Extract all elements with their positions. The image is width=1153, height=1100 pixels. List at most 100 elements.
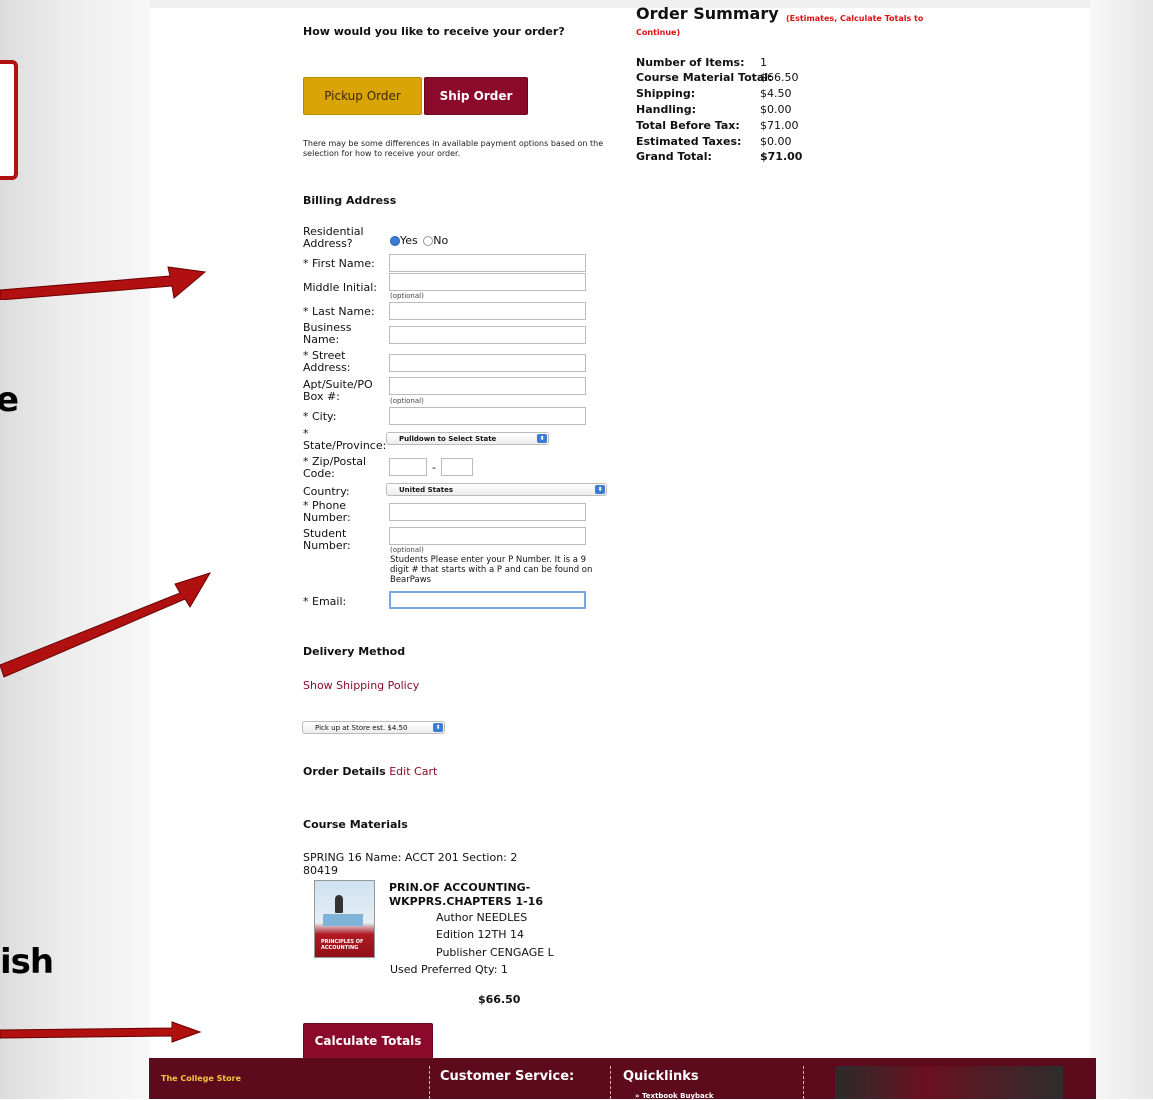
footer-quicklinks: Quicklinks <box>623 1069 699 1084</box>
footer-banner-image[interactable] <box>835 1066 1063 1099</box>
student-number-note: Students Please enter your P Number. It … <box>390 555 593 585</box>
cover-figure <box>335 895 343 913</box>
street-address-input[interactable] <box>389 354 586 372</box>
radio-yes[interactable] <box>390 236 400 246</box>
footer-college-store[interactable]: The College Store <box>161 1074 241 1083</box>
summary-value-handling: $0.00 <box>760 103 792 116</box>
phone-input[interactable] <box>389 503 586 521</box>
email-input[interactable] <box>389 591 586 609</box>
billing-address-heading: Billing Address <box>303 194 397 207</box>
ship-order-button[interactable]: Ship Order <box>424 77 528 115</box>
book-title-line-1: PRIN.OF ACCOUNTING- <box>389 881 531 894</box>
arrow-email <box>0 572 212 678</box>
summary-label-handling: Handling: <box>636 103 696 116</box>
middle-initial-label: Middle Initial: <box>303 281 377 294</box>
zip-input[interactable] <box>389 458 427 476</box>
street-address-label: * Street Address: <box>303 349 351 374</box>
radio-no-label: No <box>433 234 449 247</box>
radio-no[interactable] <box>423 236 434 246</box>
radio-yes-label: Yes <box>400 234 418 247</box>
last-name-label: * Last Name: <box>303 305 375 318</box>
summary-label-material-total: Course Material Total: <box>636 71 773 84</box>
delivery-method-value: Pick up at Store est. $4.50 <box>315 724 408 732</box>
order-summary-estimate-note: (Estimates, Calculate Totals to Continue… <box>636 12 936 47</box>
calculate-totals-button[interactable]: Calculate Totals <box>303 1023 433 1059</box>
shipping-policy-link[interactable]: Show Shipping Policy <box>303 679 419 692</box>
middle-initial-input[interactable] <box>389 273 586 291</box>
apt-optional: (optional) <box>390 397 424 405</box>
zip-ext-input[interactable] <box>441 458 473 476</box>
course-materials-heading: Course Materials <box>303 818 408 831</box>
payment-options-note: There may be some differences in availab… <box>303 139 604 158</box>
summary-value-taxes: $0.00 <box>760 135 792 148</box>
summary-label-before-tax: Total Before Tax: <box>636 119 740 132</box>
state-label: * State/Province: <box>303 427 387 452</box>
book-author: Author NEEDLES <box>436 911 528 924</box>
site-footer: The College Store Customer Service: Quic… <box>149 1058 1096 1100</box>
book-title-line-2: WKPPRS.CHAPTERS 1-16 <box>389 895 543 908</box>
order-details-line: Order Details Edit Cart <box>303 765 437 778</box>
footer-divider <box>429 1066 431 1099</box>
summary-value-material-total: $66.50 <box>760 71 799 84</box>
arrow-first-name <box>0 266 207 300</box>
arrow-calculate <box>0 1021 202 1043</box>
middle-initial-optional: (optional) <box>390 292 424 300</box>
cover-block <box>323 914 363 926</box>
left-background <box>0 0 150 1099</box>
cover-title-text: PRINCIPLES OF ACCOUNTING <box>321 939 364 951</box>
zip-label: * Zip/Postal Code: <box>303 455 367 480</box>
business-name-input[interactable] <box>389 326 586 344</box>
summary-label-taxes: Estimated Taxes: <box>636 135 742 148</box>
residential-label: Residential Address? <box>303 225 364 250</box>
student-number-input[interactable] <box>389 527 586 545</box>
email-label: * Email: <box>303 595 347 608</box>
summary-value-before-tax: $71.00 <box>760 119 799 132</box>
apt-label: Apt/Suite/PO Box #: <box>303 378 373 403</box>
state-select[interactable]: Pulldown to Select State ⬍ <box>386 432 549 445</box>
zip-separator: - <box>432 461 436 474</box>
first-name-input[interactable] <box>389 254 586 272</box>
summary-value-shipping: $4.50 <box>760 87 792 100</box>
apt-input[interactable] <box>389 377 586 395</box>
footer-divider <box>803 1066 805 1099</box>
country-select[interactable]: United States ⬍ <box>386 483 607 496</box>
last-name-input[interactable] <box>389 302 586 320</box>
country-label: Country: <box>303 485 350 498</box>
student-number-optional: (optional) <box>390 546 424 554</box>
book-qty: Used Preferred Qty: 1 <box>390 963 508 976</box>
right-background <box>1090 0 1153 1099</box>
summary-label-shipping: Shipping: <box>636 87 696 100</box>
student-number-label: Student Number: <box>303 527 351 552</box>
summary-label-grand-total: Grand Total: <box>636 150 712 163</box>
book-price: $66.50 <box>478 993 521 1006</box>
callout-red-box <box>0 60 18 180</box>
course-section-number: 80419 <box>303 864 338 877</box>
top-strip <box>0 0 1153 8</box>
estimate-note-text: (Estimates, Calculate Totals to Continue… <box>636 14 924 37</box>
delivery-method-select[interactable]: Pick up at Store est. $4.50 ⬍ <box>302 721 445 734</box>
select-arrows-icon: ⬍ <box>595 485 605 494</box>
summary-value-items: 1 <box>760 56 767 69</box>
city-input[interactable] <box>389 407 586 425</box>
callout-text-ish: ish <box>0 942 54 982</box>
phone-label: * Phone Number: <box>303 499 351 524</box>
country-select-value: United States <box>399 486 453 494</box>
summary-value-grand-total: $71.00 <box>760 150 803 163</box>
footer-customer-service: Customer Service: <box>440 1069 575 1084</box>
receive-order-heading: How would you like to receive your order… <box>303 25 565 38</box>
summary-label-items: Number of Items: <box>636 56 745 69</box>
first-name-label: * First Name: <box>303 257 375 270</box>
city-label: * City: <box>303 410 337 423</box>
business-name-label: Business Name: <box>303 321 352 346</box>
pickup-order-button[interactable]: Pickup Order <box>303 77 422 115</box>
select-arrows-icon: ⬍ <box>537 434 547 443</box>
book-cover-image: PRINCIPLES OF ACCOUNTING <box>314 880 375 958</box>
callout-text-e: e <box>0 380 19 420</box>
course-term-line: SPRING 16 Name: ACCT 201 Section: 2 <box>303 851 518 864</box>
state-select-value: Pulldown to Select State <box>399 435 497 443</box>
book-publisher: Publisher CENGAGE L <box>436 946 554 959</box>
edit-cart-link[interactable]: Edit Cart <box>389 765 437 778</box>
order-details-heading: Order Details <box>303 765 386 778</box>
footer-divider <box>610 1066 612 1099</box>
book-edition: Edition 12TH 14 <box>436 928 525 941</box>
